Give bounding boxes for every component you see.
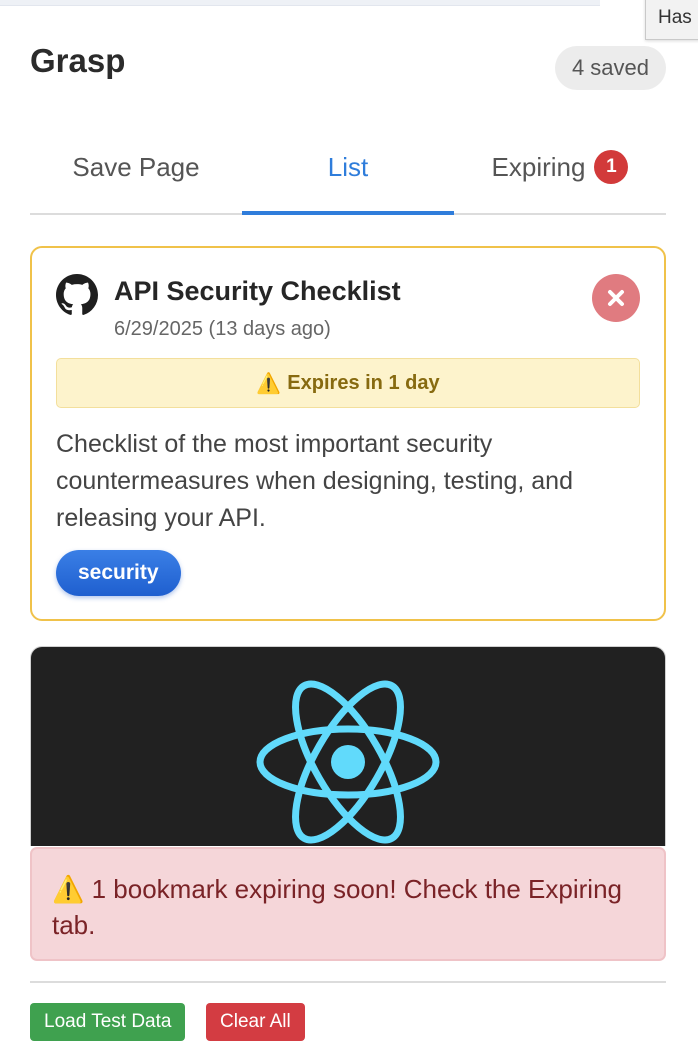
github-icon — [56, 274, 98, 315]
load-test-data-button[interactable]: Load Test Data — [30, 1003, 186, 1041]
tab-expiring[interactable]: Expiring 1 — [454, 140, 666, 213]
bookmark-date: 6/29/2025 (13 days ago) — [114, 318, 331, 340]
browser-top-strip — [0, 0, 600, 6]
bookmark-card[interactable] — [30, 646, 666, 846]
expiry-notice: ⚠️ Expires in 1 day — [56, 358, 640, 408]
warning-icon: ⚠️ — [256, 372, 282, 395]
saved-count-badge: 4 saved — [554, 46, 666, 90]
app-title: Grasp — [30, 42, 126, 79]
tab-save-page[interactable]: Save Page — [30, 140, 242, 213]
react-icon — [256, 680, 440, 844]
expiry-text: Expires in 1 day — [287, 371, 440, 394]
clear-all-button[interactable]: Clear All — [206, 1003, 305, 1041]
tab-label: Save Page — [72, 152, 200, 182]
alert-text: 1 bookmark expiring soon! Check the Expi… — [52, 874, 622, 940]
bookmark-description: Checklist of the most important security… — [56, 430, 573, 532]
browser-tooltip: Has — [645, 0, 698, 40]
delete-bookmark-button[interactable] — [592, 274, 640, 322]
footer-divider — [30, 981, 666, 983]
tab-bar: Save Page List Expiring 1 — [30, 140, 666, 215]
tag-security[interactable]: security — [56, 550, 181, 596]
app-header: Grasp 4 saved — [30, 40, 666, 90]
warning-icon: ⚠️ — [52, 874, 85, 904]
tab-label: List — [327, 152, 369, 182]
close-icon — [608, 290, 624, 306]
expiring-alert: ⚠️ 1 bookmark expiring soon! Check the E… — [30, 847, 666, 961]
bookmark-card[interactable]: API Security Checklist 6/29/2025 (13 day… — [30, 246, 666, 621]
expiring-count-badge: 1 — [594, 150, 629, 184]
tab-label: Expiring — [491, 152, 586, 182]
tab-list[interactable]: List — [242, 140, 454, 215]
bookmark-title[interactable]: API Security Checklist — [114, 276, 401, 307]
